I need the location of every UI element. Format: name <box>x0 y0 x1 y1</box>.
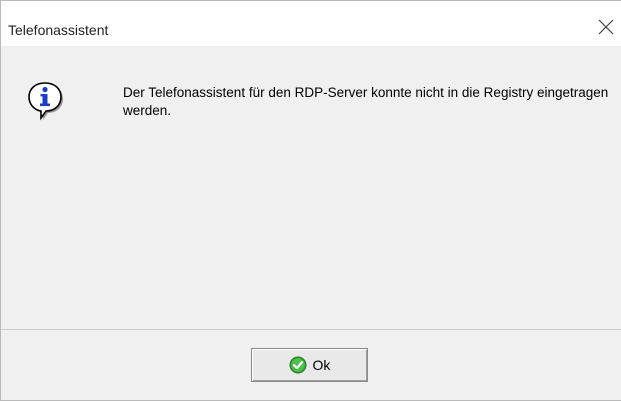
dialog-footer: Ok <box>1 330 621 400</box>
green-check-icon <box>289 356 307 374</box>
title-bar[interactable]: Telefonassistent <box>1 1 621 46</box>
dialog-content: Der Telefonassistent für den RDP-Server … <box>1 46 621 329</box>
info-icon <box>25 78 65 122</box>
close-icon <box>598 19 614 35</box>
dialog-window: Telefonassistent Der Telefonassistent fü… <box>0 0 621 401</box>
window-title: Telefonassistent <box>8 22 109 38</box>
dialog-message: Der Telefonassistent für den RDP-Server … <box>123 85 609 118</box>
ok-button[interactable]: Ok <box>251 348 368 382</box>
ok-button-label: Ok <box>312 357 331 373</box>
close-button[interactable] <box>591 11 621 41</box>
